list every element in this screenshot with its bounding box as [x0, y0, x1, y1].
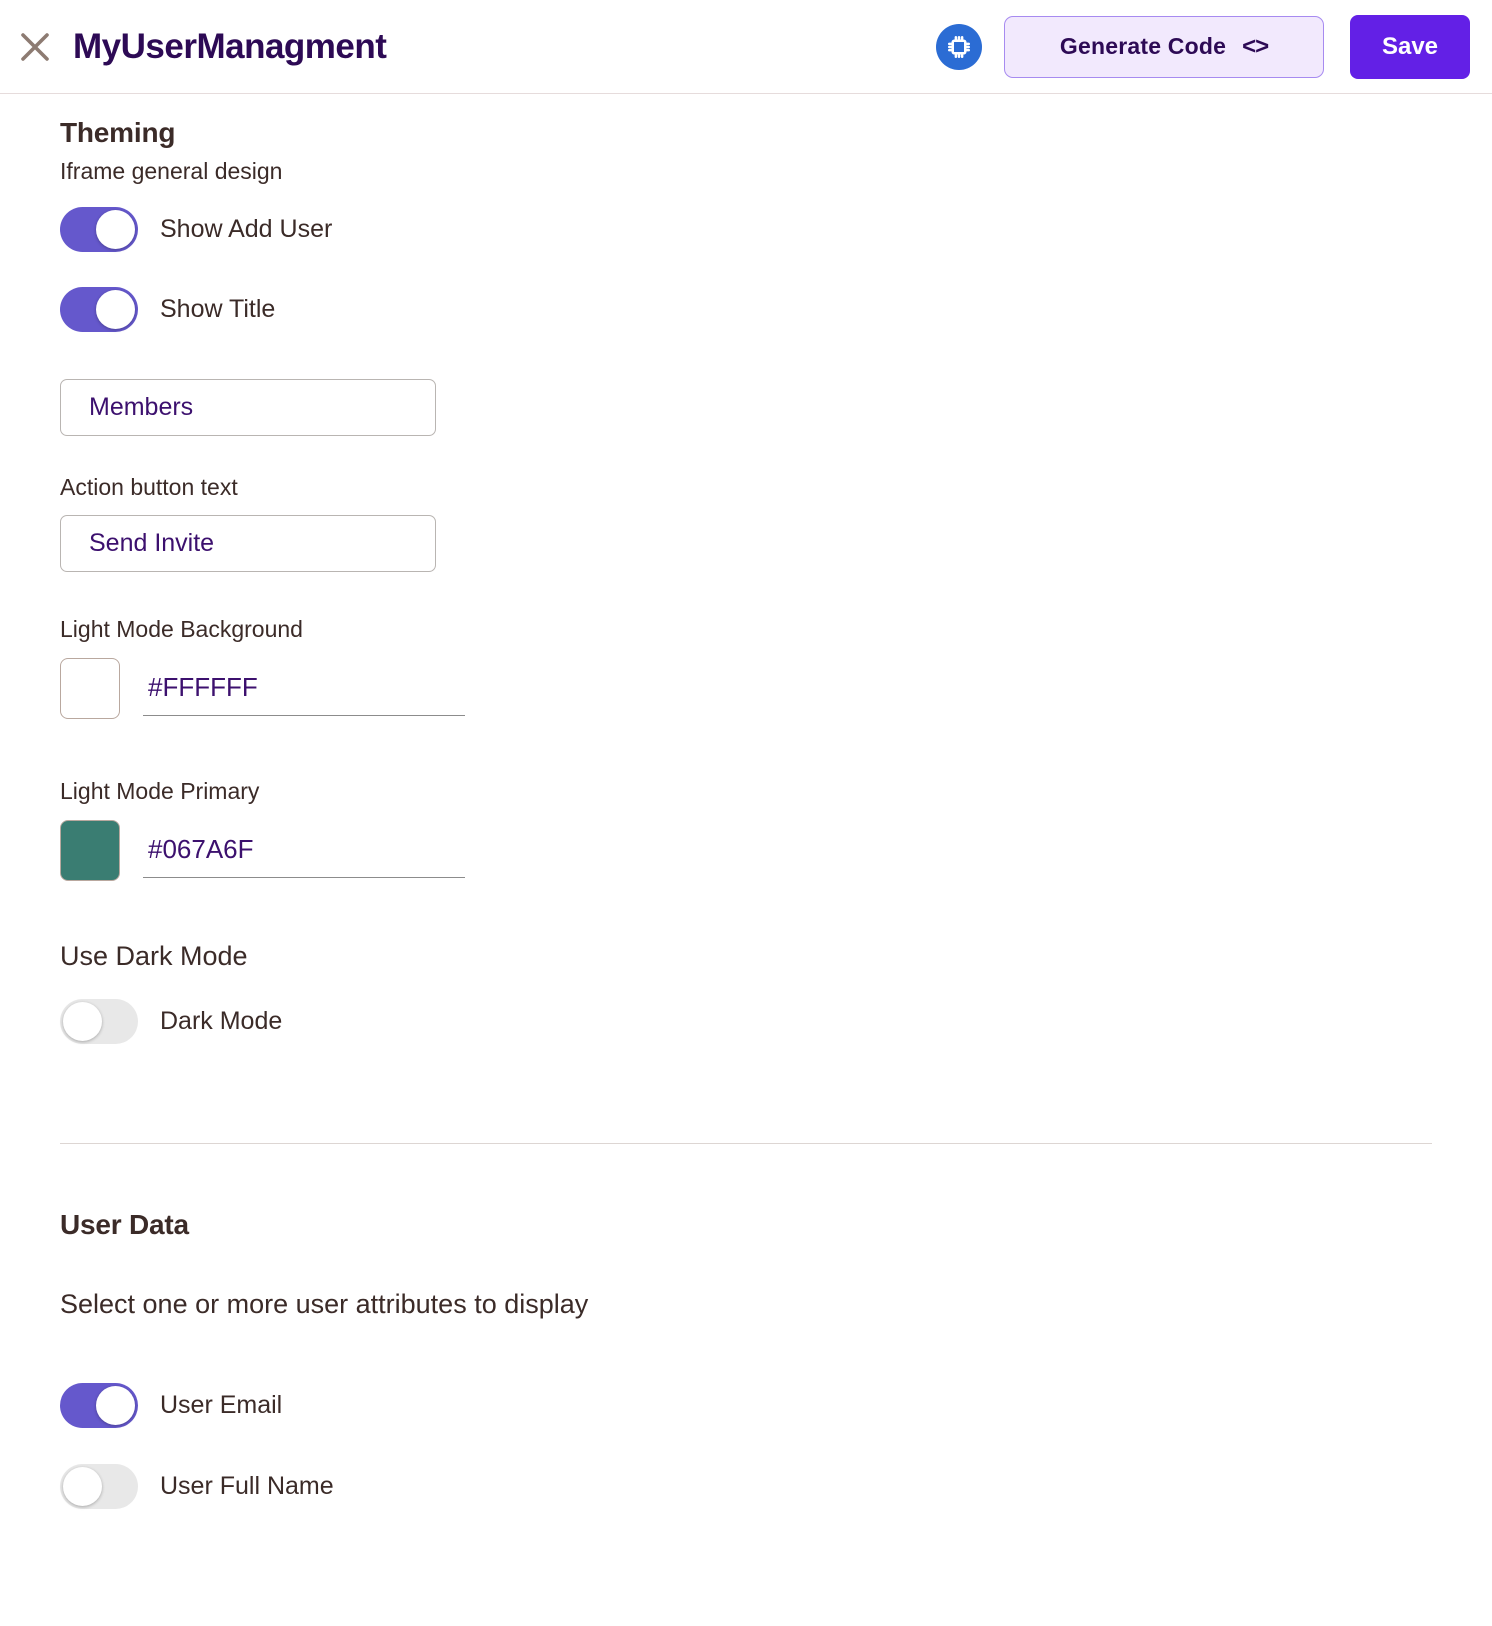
light-mode-primary-swatch[interactable] — [60, 820, 120, 881]
code-brackets-icon: <> — [1242, 32, 1269, 60]
user-data-description: Select one or more user attributes to di… — [60, 1289, 589, 1319]
toggle-label-show-add-user: Show Add User — [160, 215, 333, 243]
light-mode-primary-label: Light Mode Primary — [60, 778, 260, 804]
light-mode-background-row — [60, 658, 1432, 719]
title-text-input[interactable] — [60, 379, 436, 436]
light-mode-primary-hex-input[interactable] — [143, 834, 465, 878]
toggle-label-user-email: User Email — [160, 1391, 283, 1419]
toggle-row-user-full-name: User Full Name — [60, 1464, 1432, 1509]
theming-heading: Theming — [60, 117, 176, 148]
toggle-show-add-user[interactable] — [60, 207, 138, 252]
toggle-dark-mode[interactable] — [60, 999, 138, 1044]
toggle-knob — [96, 210, 135, 249]
close-icon — [18, 30, 52, 64]
light-mode-background-swatch[interactable] — [60, 658, 120, 719]
action-button-text-label: Action button text — [60, 474, 238, 500]
toggle-user-full-name[interactable] — [60, 1464, 138, 1509]
toggle-row-show-add-user: Show Add User — [60, 207, 1432, 252]
user-data-section: User Data Select one or more user attrib… — [60, 1209, 1432, 1509]
theming-subtitle: Iframe general design — [60, 158, 283, 184]
toggle-knob — [96, 1386, 135, 1425]
light-mode-background-hex-input[interactable] — [143, 672, 465, 716]
toggle-user-email[interactable] — [60, 1383, 138, 1428]
close-button[interactable] — [14, 26, 56, 68]
toggle-row-show-title: Show Title — [60, 287, 1432, 332]
toggle-show-title[interactable] — [60, 287, 138, 332]
settings-panel: Theming Iframe general design Show Add U… — [0, 117, 1492, 1509]
user-data-heading: User Data — [60, 1209, 189, 1240]
toggle-label-user-full-name: User Full Name — [160, 1472, 334, 1500]
save-button[interactable]: Save — [1350, 14, 1470, 79]
generate-code-label: Generate Code — [1059, 33, 1227, 59]
toggle-row-user-email: User Email — [60, 1383, 1432, 1428]
page-title: MyUserManagment — [73, 26, 387, 66]
use-dark-mode-label: Use Dark Mode — [60, 941, 248, 971]
app-header: MyUserManagment Generate Code <> Save — [0, 0, 1492, 94]
action-button-text-input[interactable] — [60, 515, 436, 572]
generate-code-button[interactable]: Generate Code <> — [1004, 15, 1324, 78]
toggle-label-dark-mode: Dark Mode — [160, 1007, 283, 1035]
toggle-knob — [63, 1467, 102, 1506]
toggle-row-dark-mode: Dark Mode — [60, 999, 1432, 1044]
toggle-knob — [96, 290, 135, 329]
toggle-label-show-title: Show Title — [160, 295, 276, 323]
theming-section: Theming Iframe general design Show Add U… — [60, 117, 1432, 1044]
toggle-knob — [63, 1002, 102, 1041]
light-mode-primary-row — [60, 820, 1432, 881]
chip-icon[interactable] — [936, 23, 982, 70]
light-mode-background-label: Light Mode Background — [60, 616, 303, 642]
section-divider — [60, 1143, 1432, 1144]
